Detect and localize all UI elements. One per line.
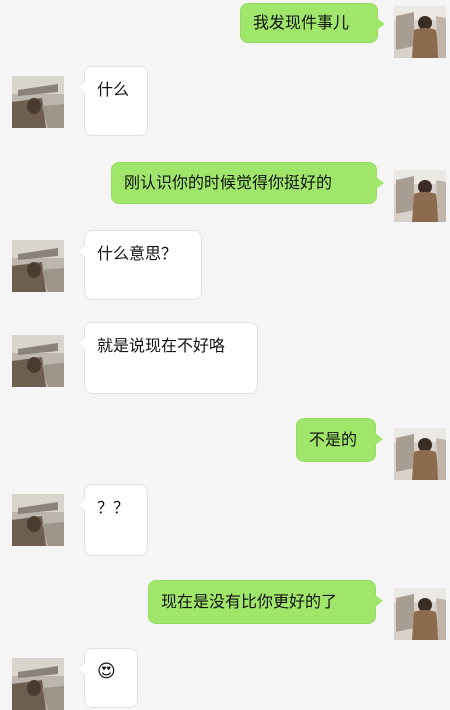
message-bubble-received[interactable]: 什么意思？ (77, 230, 202, 300)
message-bubble-received[interactable]: 就是说现在不好咯 (77, 322, 258, 394)
message-text: 刚认识你的时候觉得你挺好的 (124, 173, 333, 192)
message-bubble-sent[interactable]: 刚认识你的时候觉得你挺好的 (111, 162, 384, 204)
message-bubble-sent[interactable]: 现在是没有比你更好的了 (148, 580, 383, 624)
message-bubble-sent[interactable]: 不是的 (296, 418, 383, 462)
message-text: 什么 (97, 80, 130, 99)
message-bubble-sent[interactable]: 我发现件事儿 (240, 3, 385, 43)
my-avatar[interactable] (394, 170, 446, 222)
contact-avatar[interactable] (12, 76, 64, 128)
message-bubble-received[interactable]: 😍 (77, 648, 138, 708)
avatar-photo-icon (12, 658, 64, 710)
message-text: 现在是没有比你更好的了 (161, 592, 338, 611)
message-text: 就是说现在不好咯 (97, 336, 226, 355)
contact-avatar[interactable] (12, 494, 64, 546)
contact-avatar[interactable] (12, 658, 64, 710)
avatar-photo-icon (394, 170, 446, 222)
message-text: 什么意思？ (97, 244, 178, 263)
message-text: ？？ (97, 498, 130, 517)
contact-avatar[interactable] (12, 240, 64, 292)
my-avatar[interactable] (394, 428, 446, 480)
avatar-photo-icon (394, 6, 446, 58)
message-bubble-received[interactable]: 什么 (77, 66, 148, 136)
chat-area: 我发现件事儿 什么 刚认识你的时候觉得你挺好的 什么意思？ 就是说现在不好咯 不… (0, 0, 450, 710)
avatar-photo-icon (12, 240, 64, 292)
heart-eyes-emoji-icon: 😍 (97, 661, 116, 682)
message-text: 不是的 (309, 430, 358, 449)
avatar-photo-icon (12, 335, 64, 387)
my-avatar[interactable] (394, 588, 446, 640)
message-text: 我发现件事儿 (253, 13, 350, 32)
my-avatar[interactable] (394, 6, 446, 58)
avatar-photo-icon (12, 494, 64, 546)
avatar-photo-icon (394, 428, 446, 480)
message-bubble-received[interactable]: ？？ (77, 484, 148, 556)
contact-avatar[interactable] (12, 335, 64, 387)
avatar-photo-icon (12, 76, 64, 128)
avatar-photo-icon (394, 588, 446, 640)
